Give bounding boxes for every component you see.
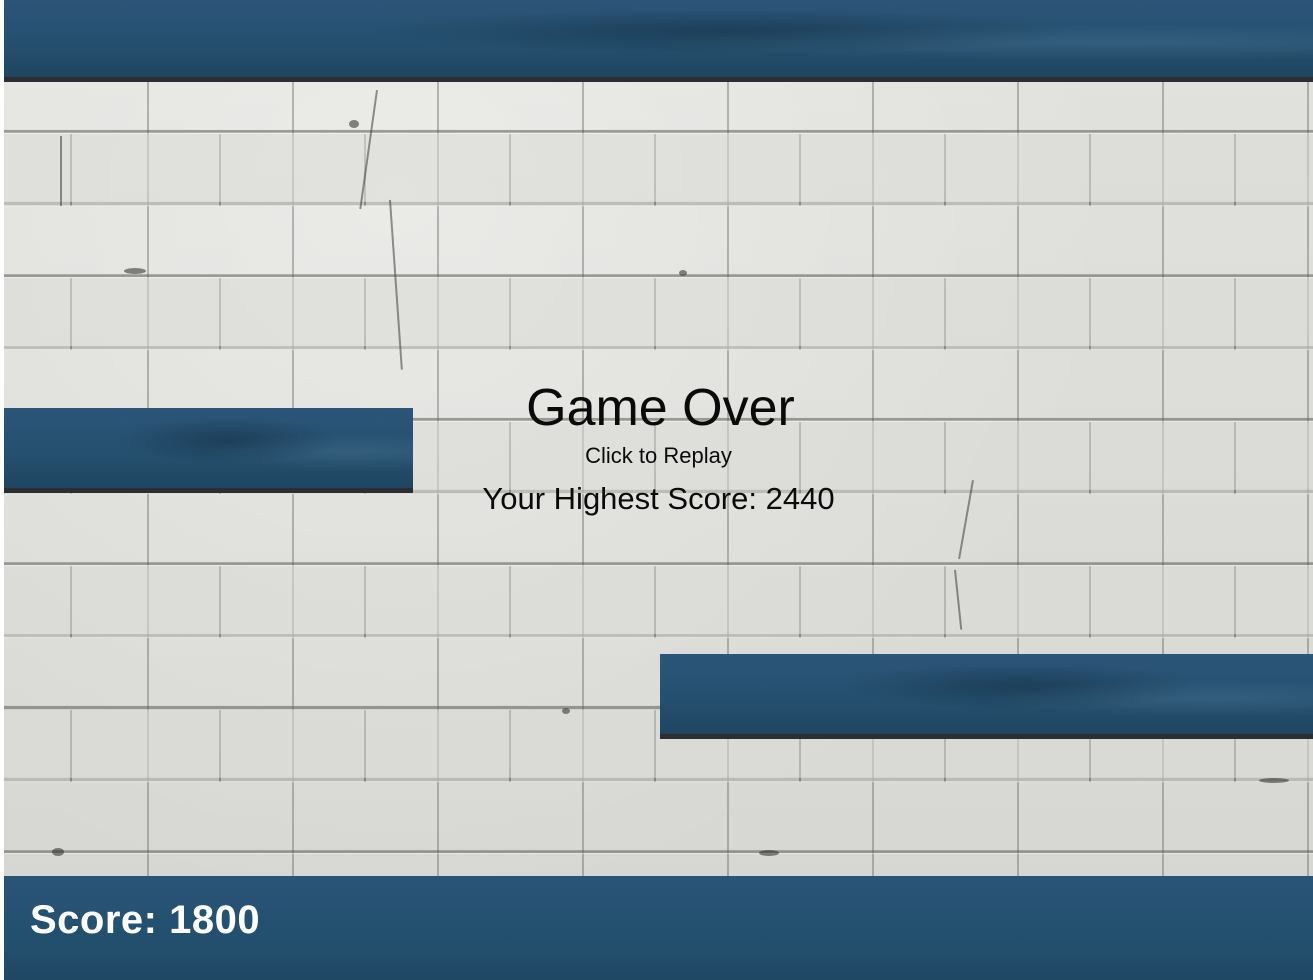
replay-hint[interactable]: Click to Replay xyxy=(4,441,1313,471)
game-canvas[interactable]: Game Over Click to Replay Your Highest S… xyxy=(4,0,1313,980)
wall-speck xyxy=(562,708,570,714)
brick-row-offset xyxy=(4,134,1313,206)
wall-speck xyxy=(124,268,146,274)
brick-row-offset xyxy=(4,278,1313,350)
steel-beam-platform-right xyxy=(660,654,1313,739)
wall-speck xyxy=(349,120,359,128)
highest-score-text: Your Highest Score: 2440 xyxy=(482,481,835,516)
steel-beam-top xyxy=(4,0,1313,82)
game-over-title: Game Over xyxy=(526,379,795,437)
brick-row-offset xyxy=(4,566,1313,638)
score-display: Score: 1800 xyxy=(30,898,261,942)
wall-speck xyxy=(759,850,779,856)
wall-speck xyxy=(679,270,687,276)
game-over-overlay[interactable]: Game Over Click to Replay Your Highest S… xyxy=(4,378,1313,519)
wall-speck xyxy=(52,848,64,856)
wall-crack xyxy=(60,136,62,206)
wall-speck xyxy=(1259,778,1289,783)
